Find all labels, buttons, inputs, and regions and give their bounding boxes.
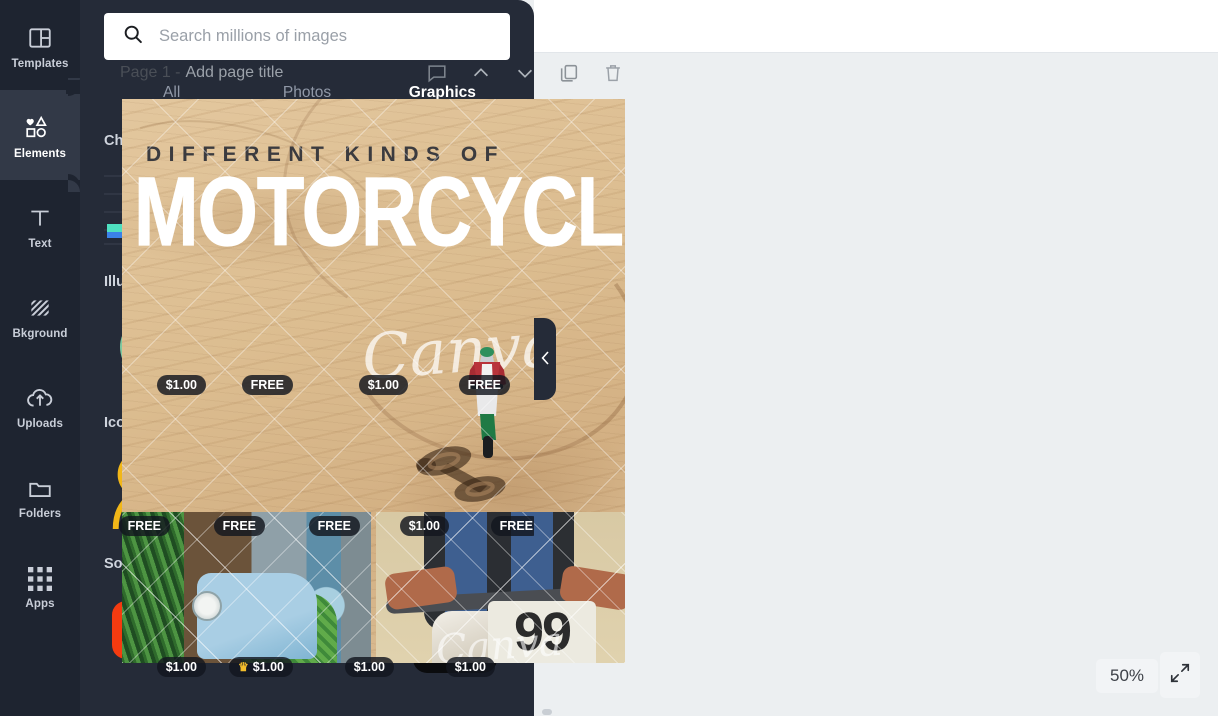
search-input[interactable] <box>144 13 510 60</box>
price-label: $1.00 <box>165 378 197 392</box>
move-down-icon[interactable] <box>514 62 536 84</box>
uploads-icon <box>26 381 54 411</box>
price-label: $1.00 <box>353 660 385 674</box>
duplicate-icon[interactable] <box>558 62 580 84</box>
price-label: $1.00 <box>367 378 399 392</box>
page-header: Page 1 - Add page title <box>120 62 624 84</box>
templates-icon <box>27 21 53 51</box>
design-headline-text: MOTORCYCLES <box>133 158 625 267</box>
zoom-level-label: 50% <box>1110 666 1145 685</box>
price-badge: FREE <box>241 375 293 395</box>
price-badge: $1.00 <box>399 516 449 536</box>
sidebar-item-elements[interactable]: Elements <box>0 78 80 192</box>
sidebar-item-templates[interactable]: Templates <box>0 0 80 90</box>
move-up-icon[interactable] <box>470 62 492 84</box>
sidebar-item-folders[interactable]: Folders <box>0 450 80 540</box>
comment-icon[interactable] <box>426 62 448 84</box>
page-title-input[interactable]: Add page title <box>185 64 283 82</box>
canva-editor: Templates Elements Text Bkground Uploads… <box>0 0 1218 716</box>
zoom-level-display[interactable]: 50% <box>1096 659 1159 693</box>
canvas-area[interactable] <box>534 53 1218 716</box>
search-icon <box>122 23 144 50</box>
left-rail: Templates Elements Text Bkground Uploads… <box>0 0 80 716</box>
sidebar-item-uploads[interactable]: Uploads <box>0 360 80 450</box>
price-badge: $1.00 <box>156 657 206 677</box>
sidebar-item-apps[interactable]: Apps <box>0 540 80 630</box>
price-label: FREE <box>222 519 256 533</box>
price-label: FREE <box>467 378 501 392</box>
sidebar-item-label: Apps <box>25 597 55 610</box>
price-badge: ♛ $1.00 <box>228 657 293 677</box>
folders-icon <box>27 471 53 501</box>
price-badge: FREE <box>118 516 170 536</box>
sidebar-item-text[interactable]: Text <box>0 180 80 270</box>
expand-icon <box>1169 662 1191 689</box>
background-icon <box>27 291 53 321</box>
price-badge: $1.00 <box>445 657 495 677</box>
price-label: $1.00 <box>408 519 440 533</box>
elements-icon <box>26 111 54 141</box>
rider-shadow-graphic <box>416 446 506 502</box>
text-icon <box>27 201 53 231</box>
price-badge: $1.00 <box>358 375 408 395</box>
chevron-left-icon <box>541 350 550 368</box>
price-label: $1.00 <box>252 660 284 674</box>
crown-icon: ♛ <box>237 660 249 674</box>
price-badge: FREE <box>308 516 360 536</box>
sidebar-item-label: Text <box>28 237 52 250</box>
sidebar-item-label: Uploads <box>16 417 64 430</box>
collapse-panel-button[interactable] <box>534 318 556 400</box>
page-tools <box>426 62 624 84</box>
sidebar-item-label: Elements <box>14 147 66 160</box>
price-badge: FREE <box>213 516 265 536</box>
sidebar-item-label: Templates <box>11 57 69 70</box>
sidebar-item-label: Bkground <box>12 327 68 340</box>
price-badge: $1.00 <box>156 375 206 395</box>
price-badge: FREE <box>458 375 510 395</box>
fit-to-screen-button[interactable] <box>1160 652 1200 698</box>
price-label: $1.00 <box>454 660 486 674</box>
search-bar[interactable] <box>104 13 510 60</box>
scrollbar-thumb[interactable] <box>542 709 552 715</box>
horizontal-scrollbar[interactable] <box>534 707 1218 716</box>
delete-icon[interactable] <box>602 62 624 84</box>
page-label: Page 1 - <box>120 64 181 81</box>
price-badge: FREE <box>490 516 534 536</box>
apps-icon <box>28 561 52 591</box>
top-toolbar <box>534 0 1218 53</box>
search-area <box>80 0 534 60</box>
photo-strip: 99 Canva <box>122 512 625 663</box>
sidebar-item-label: Folders <box>18 507 62 520</box>
price-label: $1.00 <box>165 660 197 674</box>
price-label: FREE <box>317 519 351 533</box>
price-label: FREE <box>499 519 533 533</box>
price-badge: $1.00 <box>344 657 394 677</box>
sidebar-item-bkground[interactable]: Bkground <box>0 270 80 360</box>
price-label: FREE <box>250 378 284 392</box>
price-label: FREE <box>127 519 161 533</box>
